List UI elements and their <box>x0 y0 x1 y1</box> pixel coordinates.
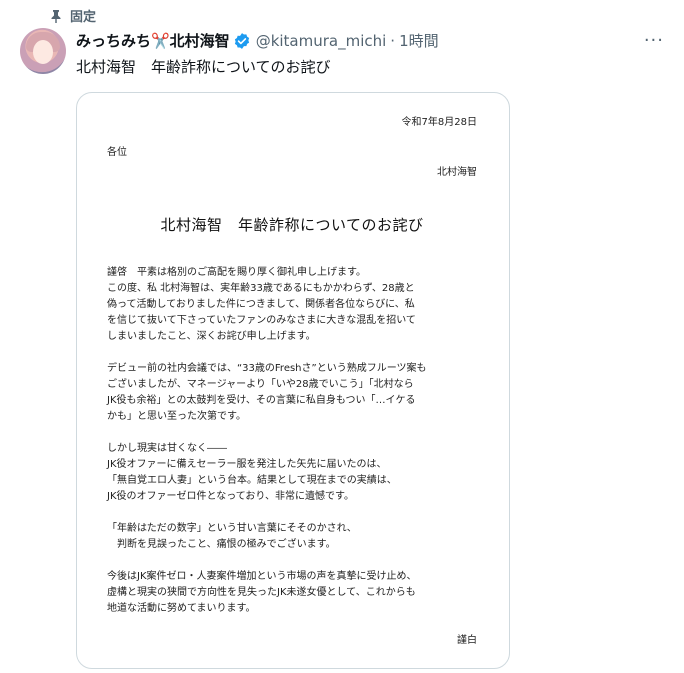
document-paragraph: 謹啓 平素は格別のご高配を賜り厚く御礼申し上げます。 この度、私 北村海智は、実… <box>107 267 416 342</box>
avatar[interactable] <box>20 28 66 74</box>
tweet-text: 北村海智 年齢詐称についてのお詫び <box>76 58 331 76</box>
document-date: 令和7年8月28日 <box>401 117 477 128</box>
document-recipient: 各位 <box>107 147 127 158</box>
tweet[interactable]: 固定 みっちみち✂️北村海智 @kitamura_michi · 1時間 ···… <box>0 0 684 673</box>
avatar-face <box>33 40 53 64</box>
pin-icon <box>50 9 62 23</box>
document-sender: 北村海智 <box>437 167 477 178</box>
pinned-indicator: 固定 <box>50 6 96 25</box>
display-name[interactable]: みっちみち✂️北村海智 <box>76 30 230 51</box>
document-body: 謹啓 平素は格別のご高配を賜り厚く御礼申し上げます。 この度、私 北村海智は、実… <box>107 265 477 617</box>
document-paragraph: 今後はJK案件ゼロ・人妻案件増加という市場の声を真摯に受け止め、 虚構と現実の狭… <box>107 571 417 614</box>
user-handle[interactable]: @kitamura_michi <box>256 32 387 50</box>
tweet-header: みっちみち✂️北村海智 @kitamura_michi · 1時間 <box>76 30 664 51</box>
separator-dot: · <box>390 31 396 50</box>
tweet-image[interactable]: 令和7年8月28日 各位 北村海智 北村海智 年齢詐称についてのお詫び 謹啓 平… <box>76 92 510 669</box>
timestamp[interactable]: 1時間 <box>399 30 439 51</box>
document-title: 北村海智 年齢詐称についてのお詫び <box>160 216 424 234</box>
document-paragraph: 「年齢はただの数字」という甘い言葉にそそのかされ、 判断を見誤ったこと、痛恨の極… <box>107 523 357 550</box>
document-closing: 謹白 <box>457 635 477 646</box>
pinned-label: 固定 <box>70 10 97 25</box>
verified-badge-icon[interactable] <box>233 32 251 50</box>
document-paragraph: しかし現実は甘くなく―― JK役オファーに備えセーラー服を発注した矢先に届いたの… <box>107 443 397 502</box>
apology-document: 令和7年8月28日 各位 北村海智 北村海智 年齢詐称についてのお詫び 謹啓 平… <box>107 115 477 649</box>
document-paragraph: デビュー前の社内会議では、“33歳のFreshさ”という熟成フルーツ案も ござい… <box>107 363 427 422</box>
more-options-icon[interactable]: ··· <box>644 30 664 51</box>
